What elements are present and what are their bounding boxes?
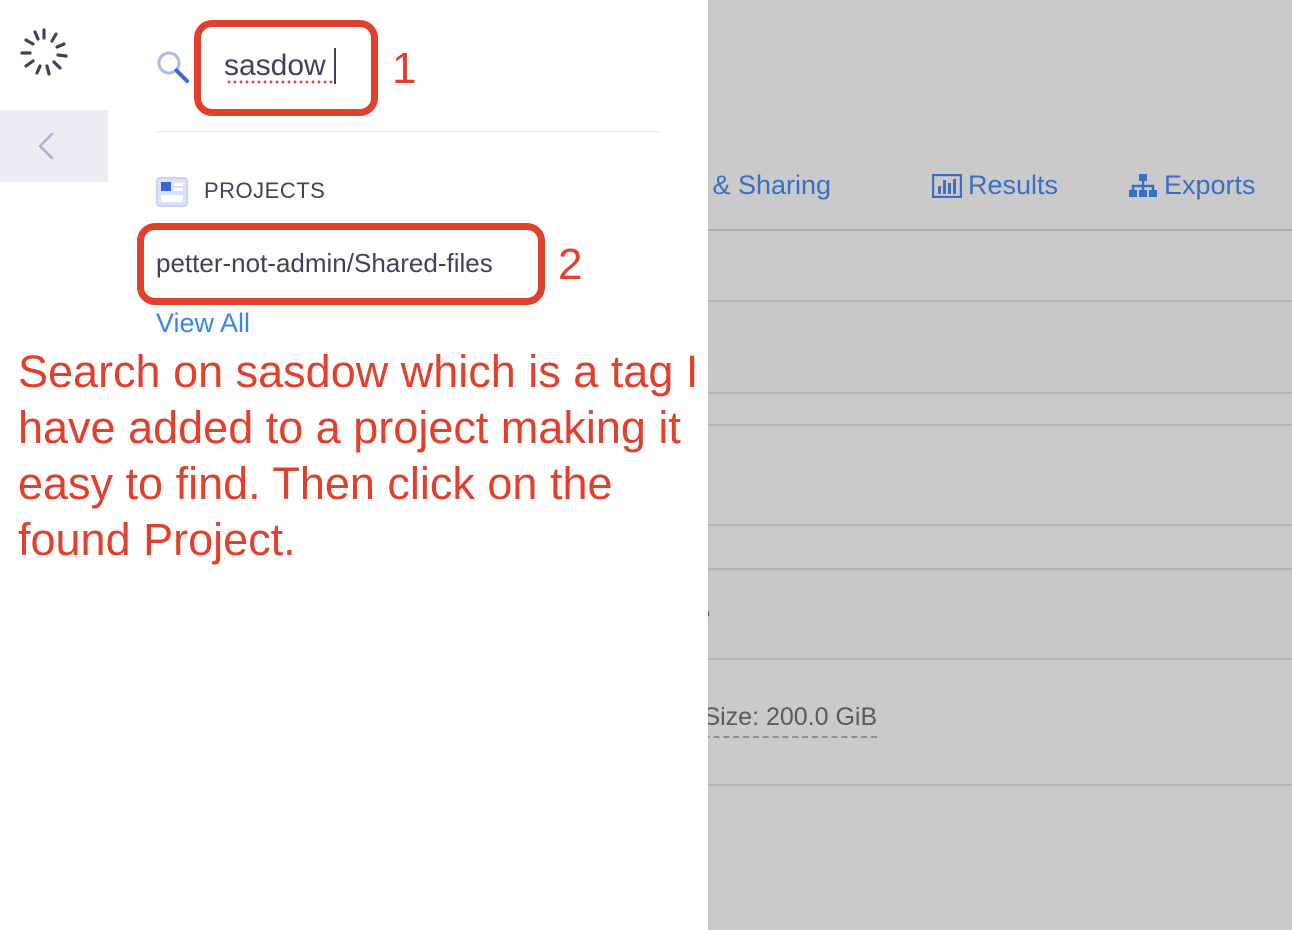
sitemap-icon — [1129, 173, 1157, 197]
annotation-box-2 — [137, 223, 545, 305]
tab-access-sharing[interactable]: ss & Sharing — [708, 170, 831, 201]
table-row — [708, 570, 1292, 658]
divider — [708, 524, 1292, 526]
annotation-box-1 — [194, 20, 378, 116]
divider — [708, 784, 1292, 786]
annotation-number-2: 2 — [558, 240, 583, 289]
projects-icon — [156, 177, 188, 207]
divider — [708, 424, 1292, 426]
truncated-text: e — [708, 598, 710, 629]
divider — [708, 229, 1292, 231]
tab-access-sharing-label: ss & Sharing — [708, 170, 832, 200]
max-size-value: x Size: 200.0 GiB — [708, 703, 878, 738]
dimmed-page-overlay: ss & Sharing Results Exports e x Size: 2… — [708, 0, 1292, 930]
search-icon — [157, 51, 189, 83]
spinner-logo-icon[interactable] — [16, 24, 72, 80]
chevron-left-icon — [38, 132, 54, 160]
view-all-link[interactable]: View All — [156, 308, 250, 339]
bar-chart-icon — [932, 173, 962, 198]
tab-exports-label: Exports — [1164, 170, 1256, 200]
divider — [708, 658, 1292, 660]
tab-results[interactable]: Results — [932, 170, 1058, 201]
annotation-number-1: 1 — [392, 44, 417, 93]
projects-section-title: PROJECTS — [204, 178, 326, 203]
search-divider — [156, 131, 660, 132]
collapse-sidebar-button[interactable] — [0, 110, 108, 182]
table-row — [708, 302, 1292, 392]
tab-results-label: Results — [968, 170, 1059, 200]
tab-exports[interactable]: Exports — [1128, 170, 1256, 201]
annotation-note: Search on sasdow which is a tag I have a… — [18, 346, 699, 565]
divider — [708, 392, 1292, 394]
